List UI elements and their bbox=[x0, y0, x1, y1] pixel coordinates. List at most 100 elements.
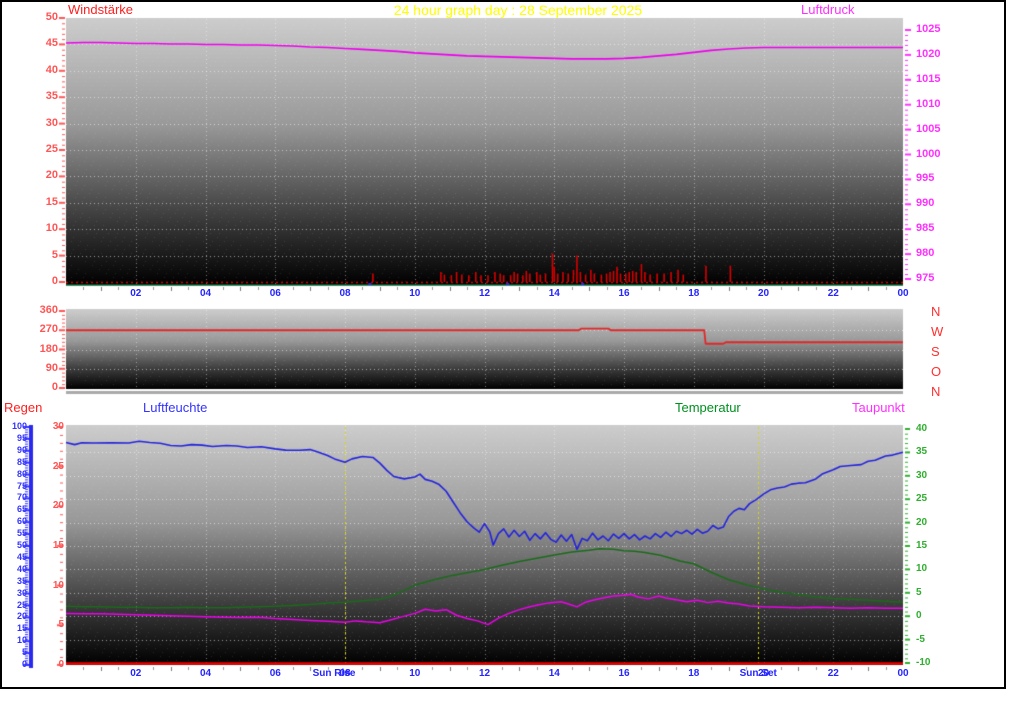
temperature-label: Temperatur bbox=[675, 400, 741, 415]
hour-label-bottom: 10 bbox=[409, 668, 421, 679]
humidity-axis-tick-label: 60 bbox=[16, 516, 27, 527]
wind-axis-tick-label: 10 bbox=[45, 222, 58, 235]
wind-axis-tick-label: 15 bbox=[45, 195, 58, 208]
wind-axis-tick-label: 40 bbox=[45, 63, 58, 76]
page-title: 24 hour graph day : 28 September 2025 bbox=[393, 2, 643, 18]
pressure-axis-tick-label: 1005 bbox=[916, 122, 941, 135]
direction-axis-tick-label: 0 bbox=[51, 381, 58, 393]
humidity-axis-tick-label: 55 bbox=[16, 528, 27, 539]
pressure-label: Luftdruck bbox=[801, 2, 855, 17]
graph-panel: Windstärke 24 hour graph day : 28 Septem… bbox=[0, 0, 1006, 689]
pressure-axis-tick-label: 1020 bbox=[916, 47, 941, 60]
hour-label-top: 02 bbox=[130, 288, 142, 299]
pressure-axis-tick-label: 1025 bbox=[916, 23, 941, 35]
pressure-axis-tick-label: 1010 bbox=[916, 97, 941, 110]
humidity-axis-tick-label: 50 bbox=[16, 540, 27, 550]
compass-letter-label: O bbox=[931, 364, 942, 379]
wind-axis-tick-label: 5 bbox=[51, 248, 58, 261]
rain-axis-tick-label: 5 bbox=[58, 619, 64, 631]
humidity-axis-tick-label: 5 bbox=[21, 647, 27, 658]
humidity-axis-tick-label: 45 bbox=[16, 551, 27, 562]
compass-letter-label: S bbox=[931, 344, 940, 359]
hour-label-bottom: 00 bbox=[897, 668, 909, 679]
hour-label-top: 16 bbox=[618, 288, 630, 299]
direction-axis-tick-label: 360 bbox=[39, 304, 58, 316]
hour-label-bottom: 16 bbox=[618, 668, 630, 679]
sunrise-label: Sun Rise bbox=[312, 668, 356, 679]
humidity-axis-tick-label: 95 bbox=[16, 432, 27, 443]
rain-axis-tick-label: 25 bbox=[52, 460, 64, 472]
wind-axis-tick-label: 20 bbox=[45, 169, 58, 182]
hour-label-top: 18 bbox=[688, 288, 700, 299]
compass-letter-label: N bbox=[931, 304, 941, 319]
rain-axis-tick-label: 30 bbox=[52, 421, 64, 432]
pressure-axis-tick-label: 995 bbox=[916, 172, 935, 185]
wind-axis-tick-label: 35 bbox=[45, 90, 58, 103]
pressure-axis-tick-label: 1015 bbox=[916, 72, 941, 85]
humidity-axis-tick-label: 20 bbox=[16, 611, 27, 622]
pressure-axis-tick-label: 1000 bbox=[916, 147, 941, 160]
direction-axis-tick-label: 270 bbox=[39, 323, 58, 336]
sunset-label: Sun Set bbox=[739, 668, 777, 679]
direction-axis-tick-label: 90 bbox=[45, 361, 58, 374]
humidity-axis-tick-label: 80 bbox=[16, 468, 27, 479]
wind-axis-tick-label: 25 bbox=[45, 143, 58, 155]
humidity-axis-tick-label: 15 bbox=[16, 623, 27, 634]
wind-axis-tick-label: 30 bbox=[45, 116, 58, 129]
rain-axis-tick-label: 0 bbox=[58, 658, 64, 670]
hour-label-top: 08 bbox=[339, 288, 351, 299]
hour-label-bottom: 02 bbox=[130, 668, 142, 679]
temperature-axis-tick-label: 40 bbox=[916, 423, 928, 434]
temperature-axis-tick-label: 15 bbox=[916, 540, 928, 551]
hour-label-bottom: 12 bbox=[478, 668, 491, 679]
pressure-axis-tick-label: 975 bbox=[916, 272, 935, 284]
temperature-axis-tick-label: 25 bbox=[916, 493, 928, 505]
temperature-axis-tick-label: 5 bbox=[916, 586, 922, 598]
hour-label-top: 00 bbox=[897, 288, 909, 299]
humidity-label: Luftfeuchte bbox=[143, 400, 208, 415]
direction-axis-tick-label: 180 bbox=[39, 342, 58, 355]
hour-label-top: 04 bbox=[199, 288, 212, 299]
temperature-axis-tick-label: 0 bbox=[916, 610, 922, 622]
dewpoint-label: Taupunkt bbox=[852, 400, 905, 415]
humidity-axis-tick-label: 70 bbox=[16, 492, 27, 503]
wind-axis-tick-label: 0 bbox=[51, 275, 58, 287]
weather-charts-canvas bbox=[2, 2, 1004, 687]
pressure-axis-tick-label: 990 bbox=[916, 197, 935, 210]
compass-letter-label: W bbox=[931, 324, 944, 339]
temperature-axis-tick-label: 30 bbox=[916, 469, 928, 481]
temperature-axis-tick-label: 10 bbox=[916, 563, 928, 575]
humidity-axis-tick-label: 90 bbox=[16, 444, 27, 455]
humidity-axis-tick-label: 100 bbox=[11, 421, 27, 431]
rain-label: Regen bbox=[4, 400, 43, 415]
hour-label-bottom: 18 bbox=[688, 668, 700, 679]
humidity-axis-tick-label: 35 bbox=[16, 575, 27, 586]
wind-axis-tick-label: 45 bbox=[45, 37, 58, 50]
pressure-axis-tick-label: 985 bbox=[916, 222, 935, 235]
humidity-axis-tick-label: 30 bbox=[16, 587, 27, 598]
hour-label-bottom: 14 bbox=[548, 668, 560, 679]
humidity-axis-tick-label: 65 bbox=[16, 504, 27, 515]
humidity-axis-tick-label: 25 bbox=[16, 599, 27, 610]
rain-axis-tick-label: 15 bbox=[52, 539, 64, 551]
temperature-axis-tick-label: 20 bbox=[916, 516, 928, 528]
wind-axis-tick-label: 50 bbox=[45, 11, 58, 23]
hour-label-bottom: 06 bbox=[269, 668, 281, 679]
temperature-axis-tick-label: -10 bbox=[916, 657, 931, 668]
rain-axis-tick-label: 20 bbox=[52, 500, 64, 512]
pressure-axis-tick-label: 980 bbox=[916, 247, 935, 260]
temperature-axis-tick-label: 35 bbox=[916, 446, 928, 458]
rain-axis-tick-label: 10 bbox=[52, 579, 64, 591]
hour-label-top: 10 bbox=[409, 288, 421, 299]
hour-label-bottom: 22 bbox=[827, 668, 839, 679]
compass-letter-label: N bbox=[931, 384, 941, 399]
humidity-axis-tick-label: 10 bbox=[16, 635, 27, 646]
hour-label-top: 20 bbox=[757, 288, 770, 299]
humidity-axis-tick-label: 85 bbox=[16, 456, 27, 467]
hour-label-top: 14 bbox=[548, 288, 560, 299]
humidity-axis-tick-label: 40 bbox=[16, 563, 27, 574]
humidity-axis-tick-label: 75 bbox=[16, 480, 27, 491]
hour-label-bottom: 04 bbox=[199, 668, 212, 679]
temperature-axis-tick-label: -5 bbox=[916, 633, 925, 645]
hour-label-top: 12 bbox=[478, 288, 491, 299]
